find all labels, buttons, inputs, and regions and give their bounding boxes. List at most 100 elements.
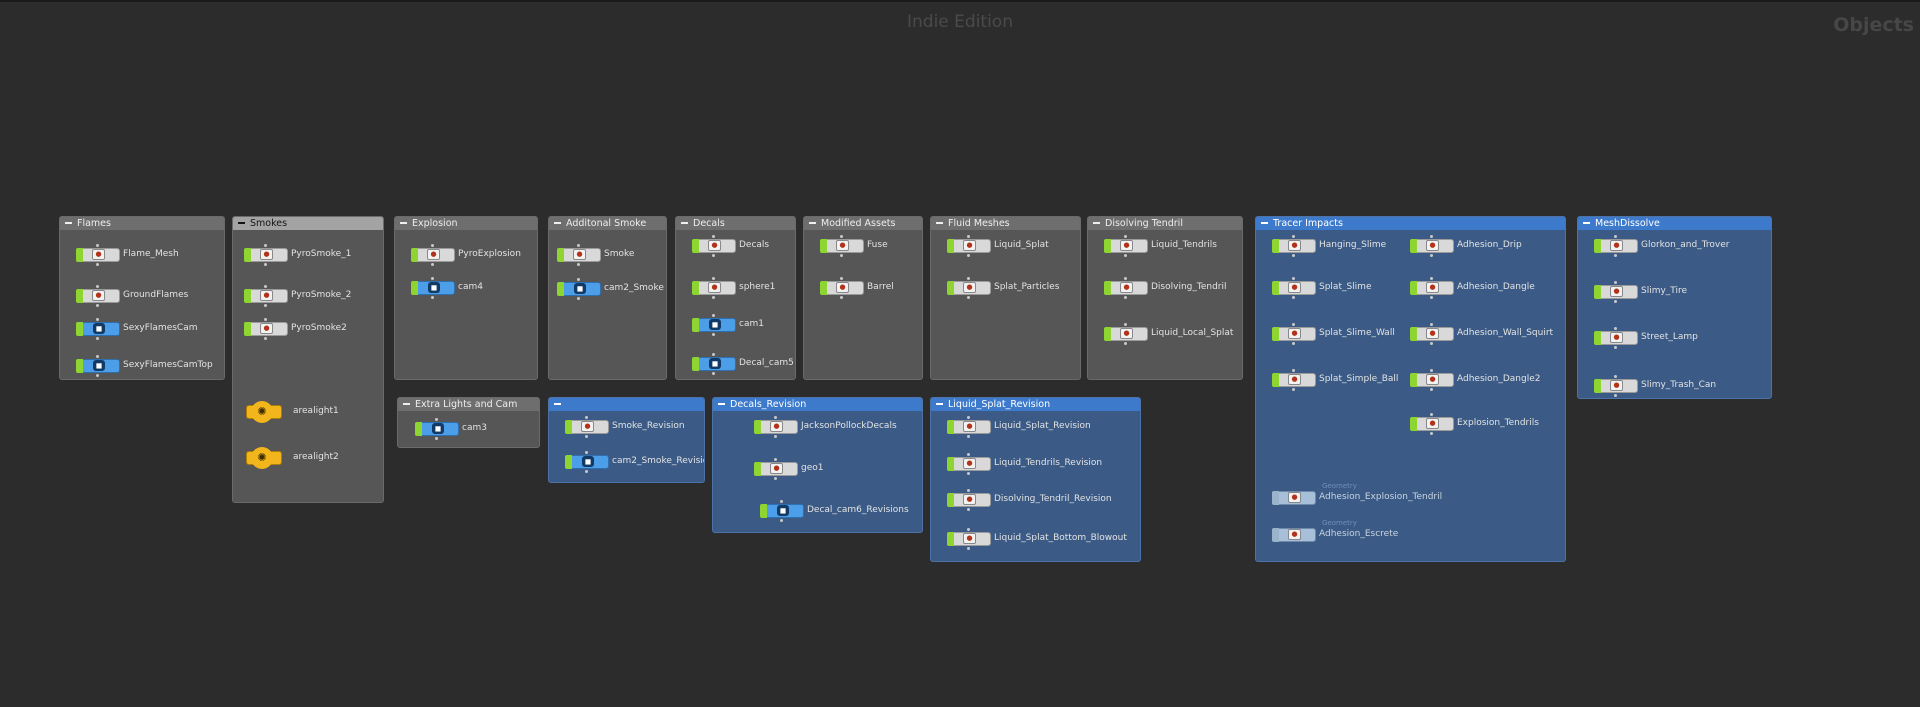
geometry-node-icon: ● [1288, 374, 1301, 385]
network-box-header[interactable] [549, 398, 704, 411]
window-top-border [0, 0, 1920, 2]
node-label: Decal_cam6_Revisions [807, 505, 909, 515]
geometry-node-icon: ● [1610, 380, 1623, 391]
node-label: Glorkon_and_Trover [1641, 240, 1730, 250]
camera-node-icon: ◼ [777, 505, 789, 516]
node-label: cam2_Smoke_Revision [612, 456, 705, 466]
geometry-node-icon: ● [1120, 240, 1133, 251]
geometry-node-icon: ● [1426, 328, 1439, 339]
network-box-header[interactable]: Explosion [395, 217, 537, 230]
network-box-modified-assets[interactable]: Modified Assets ● Fuse ● Barrel [803, 216, 923, 380]
camera-node-icon: ◼ [428, 282, 440, 293]
node-label: Slimy_Tire [1641, 286, 1688, 296]
node-label: Liquid_Tendrils_Revision [994, 458, 1103, 468]
geometry-node-icon: ● [92, 249, 105, 260]
node-label: Explosion_Tendrils [1457, 418, 1539, 428]
minus-icon[interactable] [238, 221, 245, 224]
geometry-node-icon: ● [1426, 282, 1439, 293]
network-box-disolving-tendril[interactable]: Disolving Tendril ● Liquid_Tendrils ● Diso… [1087, 216, 1243, 380]
camera-node-icon: ◼ [432, 423, 444, 434]
node-label: GroundFlames [123, 290, 189, 300]
network-box-smoke-revision[interactable]: ● Smoke_Revision ◼ cam2_Smoke_Revision [548, 397, 705, 483]
network-box-extra-lights-and-cam[interactable]: Extra Lights and Cam ◼ cam3 [397, 397, 540, 448]
network-box-explosion[interactable]: Explosion ● PyroExplosion ◼ cam4 [394, 216, 538, 380]
network-box-fluid-meshes[interactable]: Fluid Meshes ● Liquid_Splat ● Splat_Partic… [930, 216, 1081, 380]
geometry-node-icon: ● [1426, 374, 1439, 385]
geometry-node-icon: ● [708, 240, 721, 251]
network-box-header[interactable]: Flames [60, 217, 224, 230]
geometry-node-icon: ● [427, 249, 440, 260]
minus-icon[interactable] [681, 221, 688, 224]
box-title: MeshDissolve [1595, 218, 1660, 229]
network-box-header[interactable]: MeshDissolve [1578, 217, 1771, 230]
minus-icon[interactable] [936, 402, 943, 405]
minus-icon[interactable] [554, 402, 561, 405]
node-label: geo1 [801, 463, 824, 473]
minus-icon[interactable] [1583, 221, 1590, 224]
geometry-node-icon: ● [836, 282, 849, 293]
network-box-decals-revision[interactable]: Decals_Revision ● JacksonPollockDecals ● g… [712, 397, 923, 533]
node-label: PyroSmoke_2 [291, 290, 352, 300]
network-box-liquid-splat-revision[interactable]: Liquid_Splat_Revision ● Liquid_Splat_Revi… [930, 397, 1141, 562]
camera-node-icon: ◼ [709, 319, 721, 330]
geometry-node-icon: ● [1288, 529, 1301, 540]
network-box-header[interactable]: Decals [676, 217, 795, 230]
geometry-node-icon: ● [708, 282, 721, 293]
minus-icon[interactable] [1261, 221, 1268, 224]
network-box-header[interactable]: Fluid Meshes [931, 217, 1080, 230]
network-box-header[interactable]: Liquid_Splat_Revision [931, 398, 1140, 411]
geometry-node-icon: ● [770, 421, 783, 432]
minus-icon[interactable] [403, 402, 410, 405]
network-box-tracer-impacts[interactable]: Tracer Impacts ● Hanging_Slime ● Splat_Sli… [1255, 216, 1566, 562]
node-label: Decal_cam5 [739, 358, 794, 368]
node-label: cam4 [458, 282, 483, 292]
node-label: Fuse [867, 240, 888, 250]
node-label: Smoke [604, 249, 635, 259]
box-title: Decals_Revision [730, 399, 807, 410]
network-box-additional-smoke[interactable]: Additonal Smoke ● Smoke ◼ cam2_Smoke [548, 216, 667, 380]
network-box-header[interactable]: Disolving Tendril [1088, 217, 1242, 230]
node-label: Disolving_Tendril [1151, 282, 1227, 292]
node-label: Decals [739, 240, 770, 250]
minus-icon[interactable] [554, 221, 561, 224]
minus-icon[interactable] [718, 402, 725, 405]
node-label: Adhesion_Dangle [1457, 282, 1535, 292]
node-label: Disolving_Tendril_Revision [994, 494, 1112, 504]
node-label: Splat_Simple_Ball [1319, 374, 1399, 384]
minus-icon[interactable] [936, 221, 943, 224]
network-box-smokes[interactable]: Smokes ● PyroSmoke_1 ● PyroSmoke_2 ● PyroSm… [232, 216, 384, 503]
node-type-label: Geometry [1322, 519, 1357, 527]
camera-node-icon: ◼ [574, 283, 586, 294]
geometry-node-icon: ● [836, 240, 849, 251]
node-type-label: Geometry [1322, 482, 1357, 490]
network-box-header[interactable]: Tracer Impacts [1256, 217, 1565, 230]
camera-node-icon: ◼ [93, 360, 105, 371]
light-node-icon: ✺ [251, 447, 273, 469]
node-label: Hanging_Slime [1319, 240, 1387, 250]
minus-icon[interactable] [809, 221, 816, 224]
node-label: Liquid_Splat [994, 240, 1049, 250]
geometry-node-icon: ● [963, 240, 976, 251]
minus-icon[interactable] [400, 221, 407, 224]
geometry-node-icon: ● [1610, 240, 1623, 251]
box-title: Decals [693, 218, 725, 229]
network-box-meshdissolve[interactable]: MeshDissolve ● Glorkon_and_Trover ● Slimy_… [1577, 216, 1772, 399]
box-title: Smokes [250, 218, 288, 229]
minus-icon[interactable] [65, 221, 72, 224]
node-label: Liquid_Tendrils [1151, 240, 1217, 250]
network-box-header[interactable]: Additonal Smoke [549, 217, 666, 230]
network-box-header[interactable]: Modified Assets [804, 217, 922, 230]
network-box-flames[interactable]: Flames ● Flame_Mesh ● GroundFlames ◼ SexyFl… [59, 216, 225, 380]
box-title: Fluid Meshes [948, 218, 1010, 229]
node-label: SexyFlamesCam [123, 323, 198, 333]
box-title: Additonal Smoke [566, 218, 647, 229]
geometry-node-icon: ● [1288, 328, 1301, 339]
network-box-header[interactable]: Decals_Revision [713, 398, 922, 411]
node-label: Smoke_Revision [612, 421, 685, 431]
network-box-header[interactable]: Extra Lights and Cam [398, 398, 539, 411]
node-label: Adhesion_Wall_Squirt [1457, 328, 1554, 338]
network-box-decals[interactable]: Decals ● Decals ● sphere1 ◼ cam1 ◼ Decal_cam… [675, 216, 796, 380]
geometry-node-icon: ● [963, 458, 976, 469]
minus-icon[interactable] [1093, 221, 1100, 224]
network-box-header[interactable]: Smokes [233, 217, 383, 230]
